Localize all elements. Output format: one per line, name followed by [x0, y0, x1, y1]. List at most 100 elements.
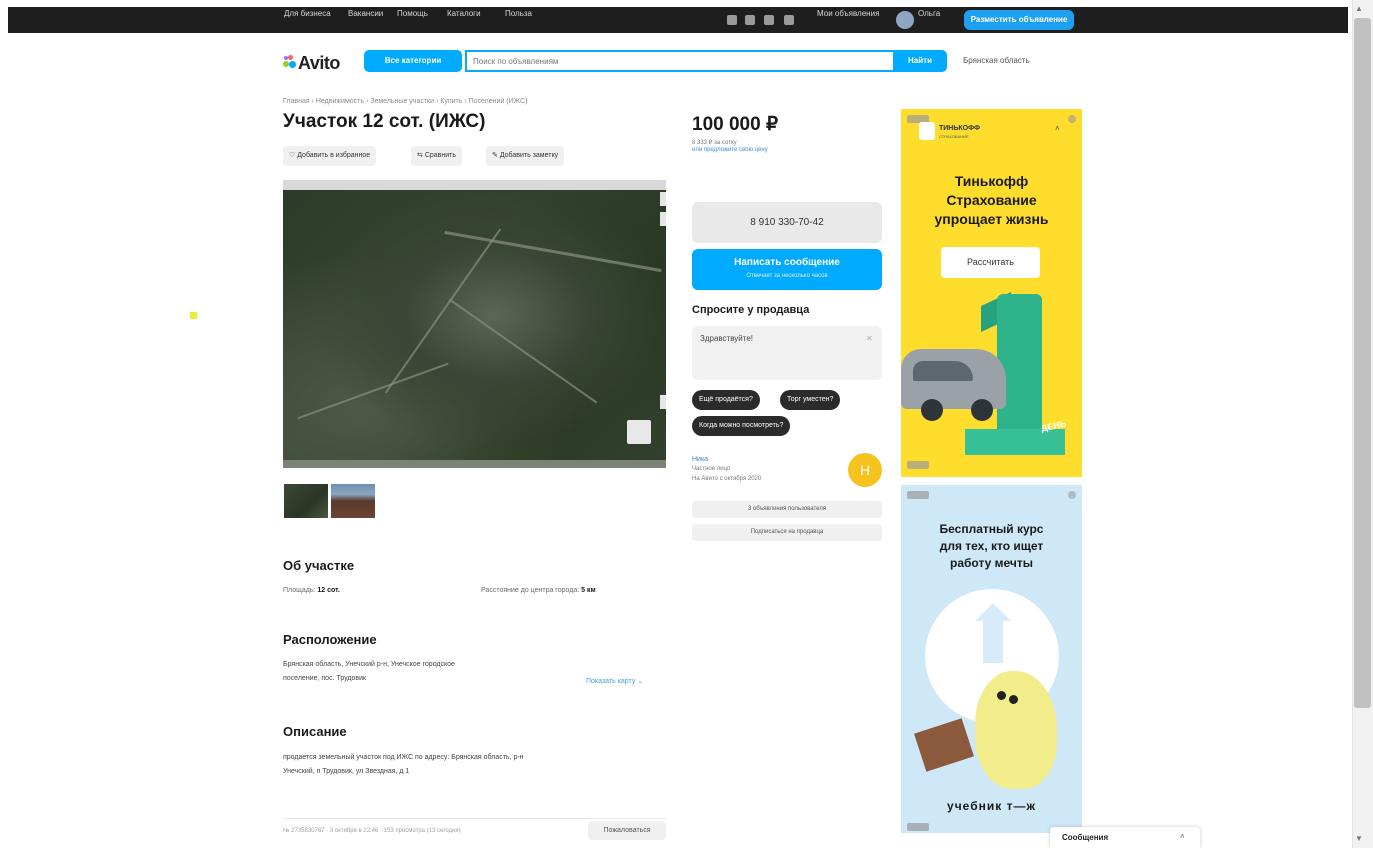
add-to-favorites-label: Добавить в избранное [297, 152, 371, 159]
complain-button[interactable]: Пожаловаться [588, 821, 666, 840]
ad-car-window [913, 361, 973, 381]
cart-icon[interactable] [784, 15, 794, 25]
ad-banner-tinkoff[interactable]: ТИНЬКОФФ СТРАХОВАНИЕ ˄ Тинькофф Страхова… [901, 109, 1082, 477]
top-navigation-bar [8, 7, 1348, 33]
ad-label-badge [907, 461, 929, 469]
ad-info-icon[interactable] [1068, 115, 1076, 123]
ad-headline: Бесплатный курс для тех, кто ищет работу… [901, 521, 1082, 572]
chevron-up-icon[interactable]: ˄ [1180, 832, 1185, 841]
seller-avatar[interactable]: Н [848, 453, 882, 487]
map-side-control[interactable] [660, 212, 666, 226]
ad-character-eye [1009, 695, 1018, 704]
messages-icon[interactable] [764, 15, 774, 25]
ad-headline-line-1: Тинькофф [954, 173, 1029, 189]
messages-widget-label: Сообщения [1062, 833, 1109, 842]
ad-banner-course[interactable]: Бесплатный курс для тех, кто ищет работу… [901, 485, 1082, 833]
ad-headline-line-1: Бесплатный курс [939, 522, 1044, 536]
breadcrumb[interactable]: Главная › Недвижимость › Земельные участ… [283, 98, 527, 105]
listing-price: 100 000 ₽ [692, 114, 779, 135]
ad-arrow-shaft [983, 613, 1003, 663]
top-link-help[interactable]: Помощь [397, 9, 428, 18]
envelope-icon [914, 718, 974, 772]
distance-param: Расстояние до центра города: 5 км [481, 587, 596, 594]
quick-question-bargain[interactable]: Торг уместен? [780, 390, 841, 410]
seller-ads-button[interactable]: 3 объявления пользователя [692, 501, 882, 518]
notifications-icon[interactable] [745, 15, 755, 25]
price-per-unit: 8 333 ₽ за сотку [692, 140, 737, 146]
add-note-label: Добавить заметку [499, 152, 559, 159]
seller-name-link[interactable]: Ника [692, 456, 708, 463]
photo-thumbnail-1[interactable] [284, 484, 328, 518]
page-scrollbar-thumb[interactable] [1354, 18, 1371, 708]
description-line-2: Унечский, п Трудовик, ул Звездная, д 1 [283, 768, 410, 775]
favorites-icon[interactable] [727, 15, 737, 25]
messages-widget[interactable]: Сообщения ˄ [1050, 827, 1200, 848]
description-line-1: продается земельный участок под ИЖС по а… [283, 754, 524, 761]
ad-character-illustration [975, 671, 1057, 789]
avito-logo[interactable]: Avito [298, 53, 340, 74]
scroll-up-icon[interactable]: ▲ [1355, 4, 1363, 13]
compare-label: Сравнить [424, 152, 457, 159]
show-map-label: Показать карту [586, 678, 636, 685]
distance-value: 5 км [581, 587, 596, 594]
ad-calculate-button[interactable]: Рассчитать [941, 247, 1040, 278]
satellite-image [283, 190, 666, 468]
subscribe-seller-button[interactable]: Подписаться на продавца [692, 524, 882, 541]
ad-brand: учебник т—ж [947, 799, 1036, 813]
region-selector[interactable]: Брянская область [963, 56, 1030, 65]
quick-question-when-view[interactable]: Когда можно посмотреть? [692, 416, 791, 436]
ad-brand: ТИНЬКОФФ [939, 125, 980, 132]
ad-character-eye [997, 691, 1006, 700]
quick-question-still-selling[interactable]: Ещё продаётся? [692, 390, 760, 410]
ad-headline-line-2: для тех, кто ищет [939, 539, 1044, 553]
listing-photo-satellite-map[interactable] [283, 180, 666, 468]
show-phone-button[interactable]: 8 910 330-70-42 [692, 202, 882, 243]
ask-seller-input[interactable] [692, 326, 882, 380]
user-avatar[interactable] [896, 11, 914, 29]
ad-label-badge [907, 491, 929, 499]
write-message-label: Написать сообщение [734, 257, 840, 268]
area-label: Площадь: [283, 587, 316, 594]
ad-brand-sub: СТРАХОВАНИЕ [939, 134, 969, 139]
chevron-up-icon: ˄ [1055, 124, 1060, 133]
clear-icon[interactable]: ✕ [866, 334, 873, 343]
location-section-title: Расположение [283, 632, 377, 647]
area-param: Площадь: 12 сот. [283, 587, 340, 594]
my-ads-link[interactable]: Мои объявления [817, 9, 879, 18]
photo-thumbnail-2[interactable] [331, 484, 375, 518]
user-menu[interactable]: Ольга [918, 9, 940, 18]
area-value: 12 сот. [317, 587, 340, 594]
avito-logo-icon [283, 55, 296, 69]
show-map-link[interactable]: Показать карту ⌄ [586, 677, 643, 685]
write-message-button[interactable]: Написать сообщение Отвечает за несколько… [692, 249, 882, 290]
ad-headline-line-2: Страхование [946, 192, 1037, 208]
map-side-control[interactable] [660, 395, 666, 409]
chevron-down-icon: ⌄ [637, 678, 644, 685]
seller-since: На Авито с октября 2020 [692, 476, 762, 482]
post-ad-button[interactable]: Разместить объявление [964, 10, 1074, 30]
add-note-button[interactable]: ✎ Добавить заметку [486, 146, 565, 166]
ask-seller-title: Спросите у продавца [692, 304, 810, 316]
search-input[interactable] [465, 50, 895, 72]
ad-illustration-digit [997, 294, 1042, 429]
listing-title: Участок 12 сот. (ИЖС) [283, 111, 486, 132]
distance-label: Расстояние до центра города: [481, 587, 580, 594]
map-side-control[interactable] [660, 192, 666, 206]
top-link-benefit[interactable]: Польза [505, 9, 532, 18]
fullscreen-icon[interactable] [627, 420, 651, 444]
all-categories-button[interactable]: Все категории [364, 50, 462, 72]
add-to-favorites-button[interactable]: ♡ Добавить в избранное [283, 146, 377, 166]
search-button[interactable]: Найти [893, 50, 947, 72]
ad-headline-line-3: работу мечты [950, 556, 1033, 570]
seller-type: Частное лицо [692, 466, 731, 472]
location-address-line-1: Брянская область, Унечский р-н, Унечское… [283, 661, 455, 668]
top-link-vacancies[interactable]: Вакансии [348, 9, 383, 18]
top-link-catalogs[interactable]: Каталоги [447, 9, 481, 18]
scroll-down-icon[interactable]: ▼ [1355, 834, 1363, 843]
ad-info-icon[interactable] [1068, 491, 1076, 499]
ad-label-badge [907, 823, 929, 831]
top-link-business[interactable]: Для бизнеса [284, 9, 331, 18]
offer-price-link[interactable]: или предложите свою цену [692, 147, 768, 153]
compare-button[interactable]: ⇆ Сравнить [411, 146, 463, 166]
ad-headline: Тинькофф Страхование упрощает жизнь [901, 172, 1082, 229]
